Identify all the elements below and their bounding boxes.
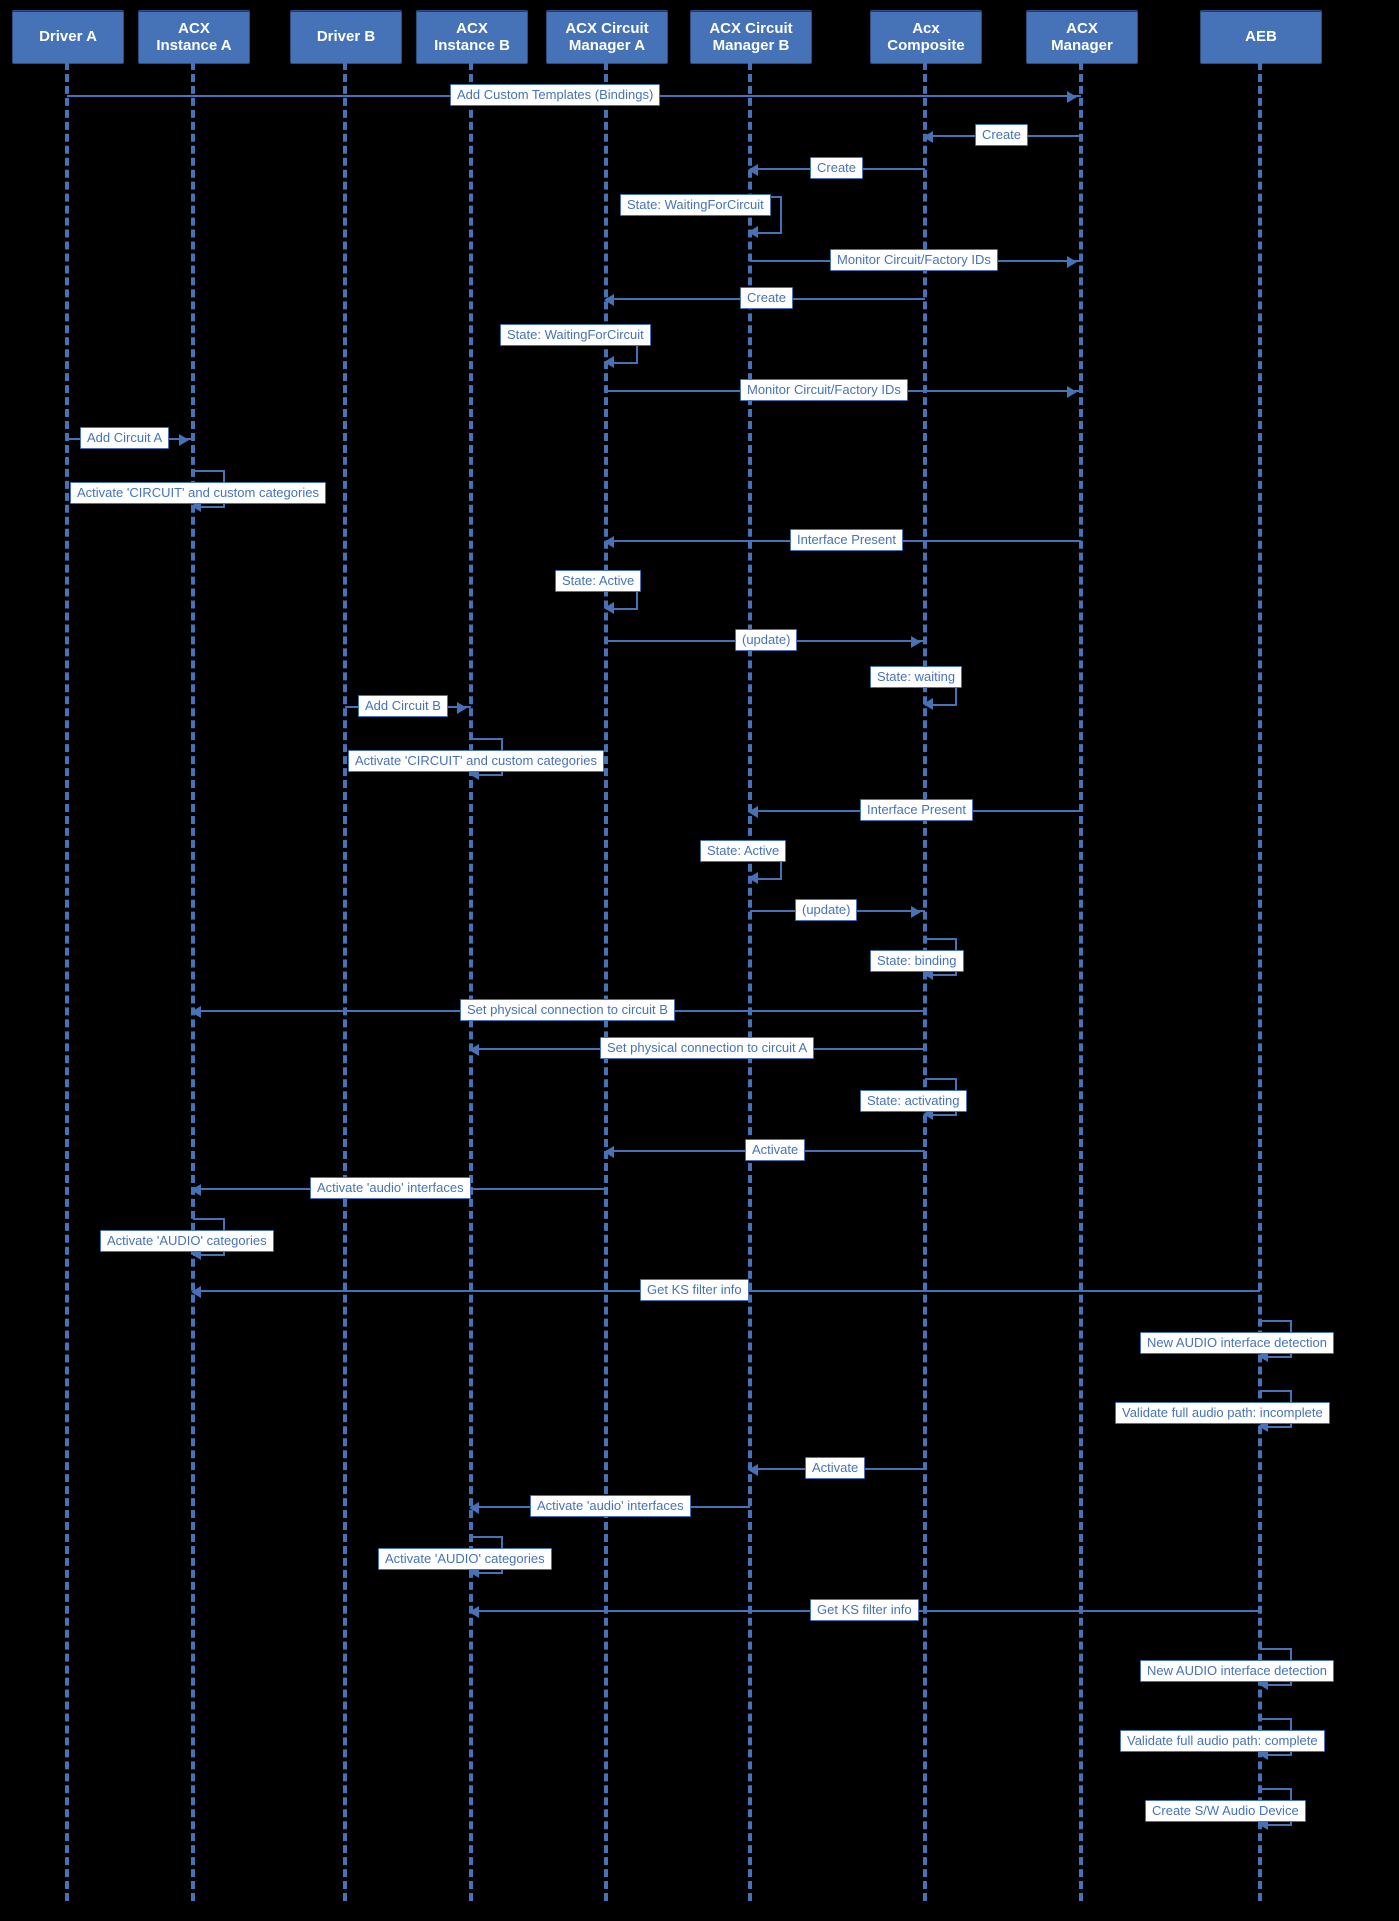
msg-activate-b: Activate [805, 1457, 865, 1479]
msg-aeb-validate-1: Validate full audio path: incomplete [1115, 1402, 1330, 1424]
lifeline-comp [923, 62, 927, 1901]
msg-aeb-detect-2: New AUDIO interface detection [1140, 1660, 1334, 1682]
actor-cmB: ACX CircuitManager B [690, 10, 812, 64]
actor-instB: ACXInstance B [416, 10, 528, 64]
msg-add-circuit-a: Add Circuit A [80, 427, 169, 449]
msg-monitor-b: Monitor Circuit/Factory IDs [830, 249, 998, 271]
lifeline-cmB [748, 62, 752, 1901]
lifeline-mgr [1079, 62, 1083, 1901]
actor-instA: ACXInstance A [138, 10, 250, 64]
msg-create-cmB: Create [810, 157, 863, 179]
msg-if-present-a: Interface Present [790, 529, 903, 551]
msg-cmA-waiting: State: WaitingForCircuit [500, 324, 651, 346]
lifeline-driverA [65, 62, 69, 1901]
msg-cmB-active: State: Active [700, 840, 786, 862]
msg-create-composite: Create [975, 124, 1028, 146]
msg-activate-a: Activate [745, 1139, 805, 1161]
msg-instA-activate-audio: Activate 'AUDIO' categories [100, 1230, 274, 1252]
msg-create-cmA: Create [740, 287, 793, 309]
msg-activate-audio-b: Activate 'audio' interfaces [530, 1495, 691, 1517]
msg-comp-binding: State: binding [870, 950, 964, 972]
msg-instB-activate-circuit: Activate 'CIRCUIT' and custom categories [348, 750, 604, 772]
msg-phys-a: Set physical connection to circuit A [600, 1037, 814, 1059]
msg-add-circuit-b: Add Circuit B [358, 695, 448, 717]
msg-activate-audio-a: Activate 'audio' interfaces [310, 1177, 471, 1199]
actor-aeb: AEB [1200, 10, 1322, 64]
msg-aeb-validate-2: Validate full audio path: complete [1120, 1730, 1325, 1752]
msg-cmB-waiting: State: WaitingForCircuit [620, 194, 771, 216]
actor-driverA: Driver A [12, 10, 124, 64]
msg-instA-activate-circuit: Activate 'CIRCUIT' and custom categories [70, 482, 326, 504]
msg-instB-activate-audio: Activate 'AUDIO' categories [378, 1548, 552, 1570]
actor-driverB: Driver B [290, 10, 402, 64]
msg-aeb-create-dev: Create S/W Audio Device [1145, 1800, 1306, 1822]
actor-mgr: ACXManager [1026, 10, 1138, 64]
sequence-diagram: { "actors": [ {"id":"driverA","label":"D… [0, 0, 1399, 1921]
msg-get-ks-a: Get KS filter info [640, 1279, 749, 1301]
lifeline-driverB [343, 62, 347, 1901]
msg-aeb-detect-1: New AUDIO interface detection [1140, 1332, 1334, 1354]
msg-add-templates: Add Custom Templates (Bindings) [450, 84, 660, 106]
msg-if-present-b: Interface Present [860, 799, 973, 821]
msg-phys-b: Set physical connection to circuit B [460, 999, 675, 1021]
msg-comp-activating: State: activating [860, 1090, 967, 1112]
msg-get-ks-b: Get KS filter info [810, 1599, 919, 1621]
msg-monitor-a: Monitor Circuit/Factory IDs [740, 379, 908, 401]
actor-cmA: ACX CircuitManager A [546, 10, 668, 64]
msg-update-a: (update) [735, 629, 797, 651]
lifeline-aeb [1258, 62, 1262, 1901]
actor-comp: AcxComposite [870, 10, 982, 64]
msg-comp-waiting: State: waiting [870, 666, 962, 688]
msg-update-b: (update) [795, 899, 857, 921]
lifeline-instA [191, 62, 195, 1901]
msg-cmA-active: State: Active [555, 570, 641, 592]
lifeline-instB [469, 62, 473, 1901]
